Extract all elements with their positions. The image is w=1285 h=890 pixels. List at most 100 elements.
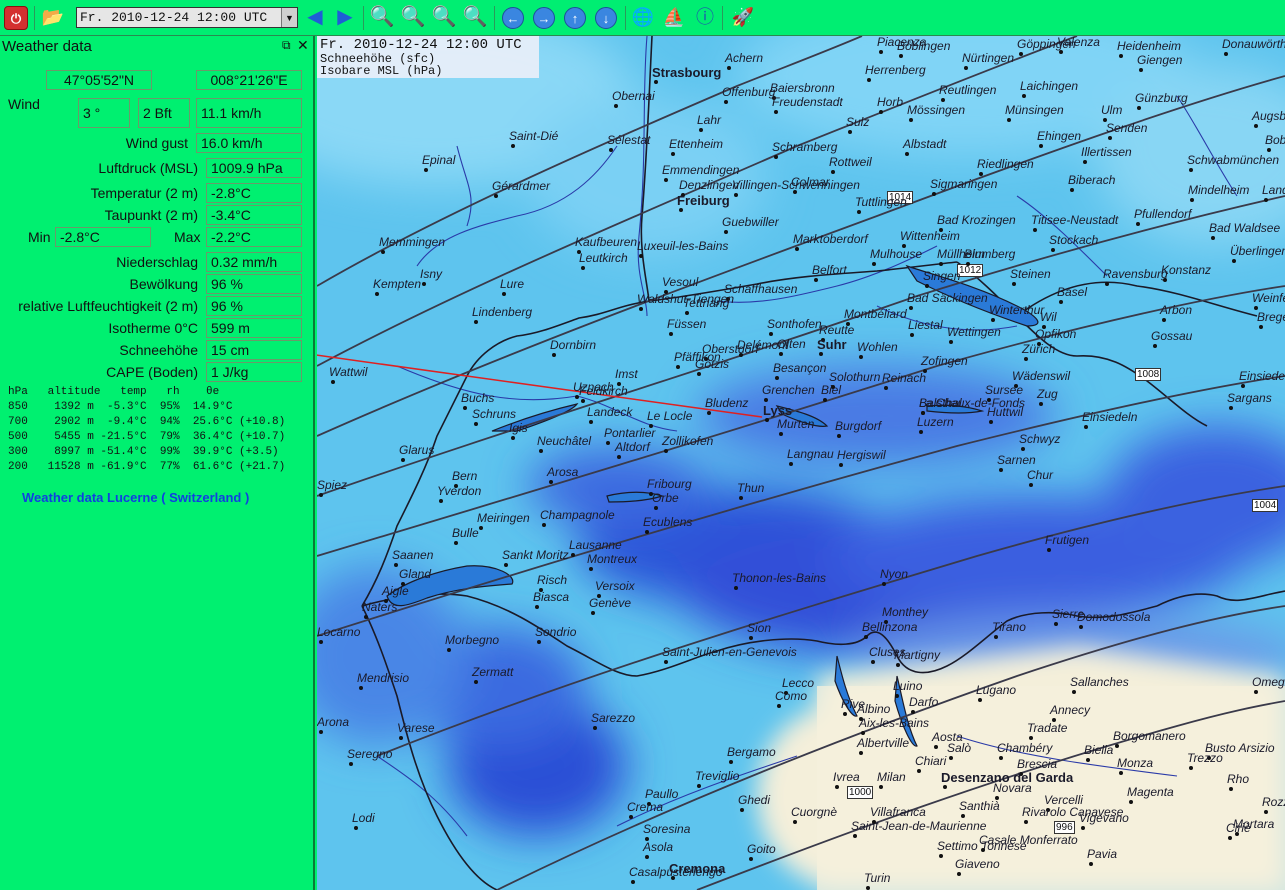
forecast-date-select[interactable]: Fr. 2010-12-24 12:00 UTC ▼: [76, 7, 298, 28]
city-marker: [494, 194, 498, 198]
city-marker: [697, 784, 701, 788]
city-label: Trezzo: [1187, 751, 1223, 765]
city-marker: [422, 282, 426, 286]
close-panel-icon[interactable]: ✕: [297, 37, 309, 54]
city-label: Burgdorf: [835, 419, 882, 433]
city-marker: [1139, 68, 1143, 72]
city-marker: [1115, 744, 1119, 748]
zoom-all-button[interactable]: 🔍: [462, 4, 488, 30]
city-marker: [364, 615, 368, 619]
city-label: Saint-Jean-de-Maurienne: [851, 819, 987, 833]
chevron-down-icon[interactable]: ▼: [281, 8, 297, 27]
city-label: Lure: [500, 277, 525, 291]
city-label: Asola: [643, 840, 674, 854]
sounding-row: 700 2902 m -9.4°C 94% 25.6°C (+10.8): [8, 416, 286, 428]
city-marker: [639, 254, 643, 258]
city-marker: [749, 857, 753, 861]
routing-button[interactable]: 🚀: [730, 4, 756, 30]
boat-position-button[interactable]: ⛵: [661, 4, 687, 30]
city-marker: [989, 420, 993, 424]
city-label: Freiburg: [677, 193, 730, 208]
city-marker: [589, 420, 593, 424]
sounding-header: hPa altitude temp rh θe: [8, 386, 220, 398]
city-marker: [1024, 357, 1028, 361]
next-forecast-button[interactable]: ▶: [332, 4, 358, 30]
pan-right-button[interactable]: →: [533, 7, 555, 29]
city-marker: [1054, 622, 1058, 626]
city-label: Füssen: [667, 317, 707, 331]
city-marker: [999, 756, 1003, 760]
weather-map[interactable]: 1014 1012 1008 1004 1000 996 Fr. 2010-12…: [317, 36, 1285, 890]
city-label: Versoix: [595, 579, 635, 593]
city-label: Locarno: [317, 625, 361, 639]
quit-button[interactable]: ⏻: [4, 6, 28, 30]
city-marker: [1089, 862, 1093, 866]
zoom-all-icon: 🔍: [462, 6, 488, 28]
city-marker: [474, 680, 478, 684]
city-marker: [581, 399, 585, 403]
open-file-button[interactable]: 📂: [40, 4, 66, 30]
city-label: Zollikofen: [662, 434, 714, 448]
zoom-out-button[interactable]: 🔍: [400, 4, 426, 30]
city-marker: [359, 686, 363, 690]
city-marker: [1059, 50, 1063, 54]
city-label: Singen: [923, 269, 961, 283]
city-label: Opfikon: [1035, 327, 1077, 341]
city-label: Sonthofen: [767, 317, 822, 331]
city-label: Liestal: [908, 318, 943, 332]
city-marker: [864, 635, 868, 639]
city-label: Schwyz: [1019, 432, 1061, 446]
city-marker: [1105, 282, 1109, 286]
city-marker: [769, 332, 773, 336]
city-marker: [1019, 52, 1023, 56]
isobar-label: 1008: [1135, 368, 1162, 381]
float-panel-icon[interactable]: ⧉: [282, 38, 291, 53]
city-label: Wittenheim: [900, 229, 960, 243]
city-label: Langnau: [787, 447, 834, 461]
city-marker: [1129, 800, 1133, 804]
max-label: Max: [174, 229, 201, 245]
download-button[interactable]: 🌐: [630, 4, 656, 30]
city-label: Günzburg: [1135, 91, 1188, 105]
city-marker: [1029, 483, 1033, 487]
city-label: Lodi: [352, 811, 375, 825]
pan-up-button[interactable]: ↑: [564, 7, 586, 29]
city-label: Suhr: [817, 337, 847, 352]
city-label: Sulz: [846, 115, 870, 129]
city-marker: [617, 455, 621, 459]
city-label: Emmendingen: [662, 163, 740, 177]
city-label: Bad Krozingen: [937, 213, 1016, 227]
pan-left-button[interactable]: ←: [502, 7, 524, 29]
city-marker: [795, 247, 799, 251]
wind-speed-field: 11.1 km/h: [196, 98, 302, 128]
previous-forecast-button[interactable]: ◀: [302, 4, 328, 30]
zoom-in-button[interactable]: 🔍: [369, 4, 395, 30]
zoom-selection-button[interactable]: 🔍: [431, 4, 457, 30]
city-label: Montbéliard: [844, 307, 907, 321]
city-marker: [765, 418, 769, 422]
city-marker: [1267, 148, 1271, 152]
pressure-label: Luftdruck (MSL): [98, 160, 198, 176]
city-label: Lyss: [763, 403, 793, 418]
annotation-label: Weather data Lucerne ( Switzerland ): [22, 490, 250, 505]
cape-field: 1 J/kg: [206, 362, 302, 382]
city-marker: [966, 262, 970, 266]
city-label: Champagnole: [540, 508, 615, 522]
city-marker: [909, 118, 913, 122]
city-marker: [879, 785, 883, 789]
city-label: Saint-Julien-en-Genevois: [662, 645, 797, 659]
city-marker: [631, 880, 635, 884]
city-marker: [591, 611, 595, 615]
zoom-selection-icon: 🔍: [431, 6, 457, 28]
city-marker: [375, 292, 379, 296]
city-label: Le Locle: [647, 409, 693, 423]
city-marker: [895, 694, 899, 698]
city-marker: [1229, 406, 1233, 410]
city-label: Olten: [777, 337, 806, 351]
city-marker: [779, 352, 783, 356]
city-marker: [729, 760, 733, 764]
city-marker: [991, 318, 995, 322]
cape-label: CAPE (Boden): [106, 364, 198, 380]
pan-down-button[interactable]: ↓: [595, 7, 617, 29]
info-button[interactable]: ⓘ: [692, 4, 718, 30]
